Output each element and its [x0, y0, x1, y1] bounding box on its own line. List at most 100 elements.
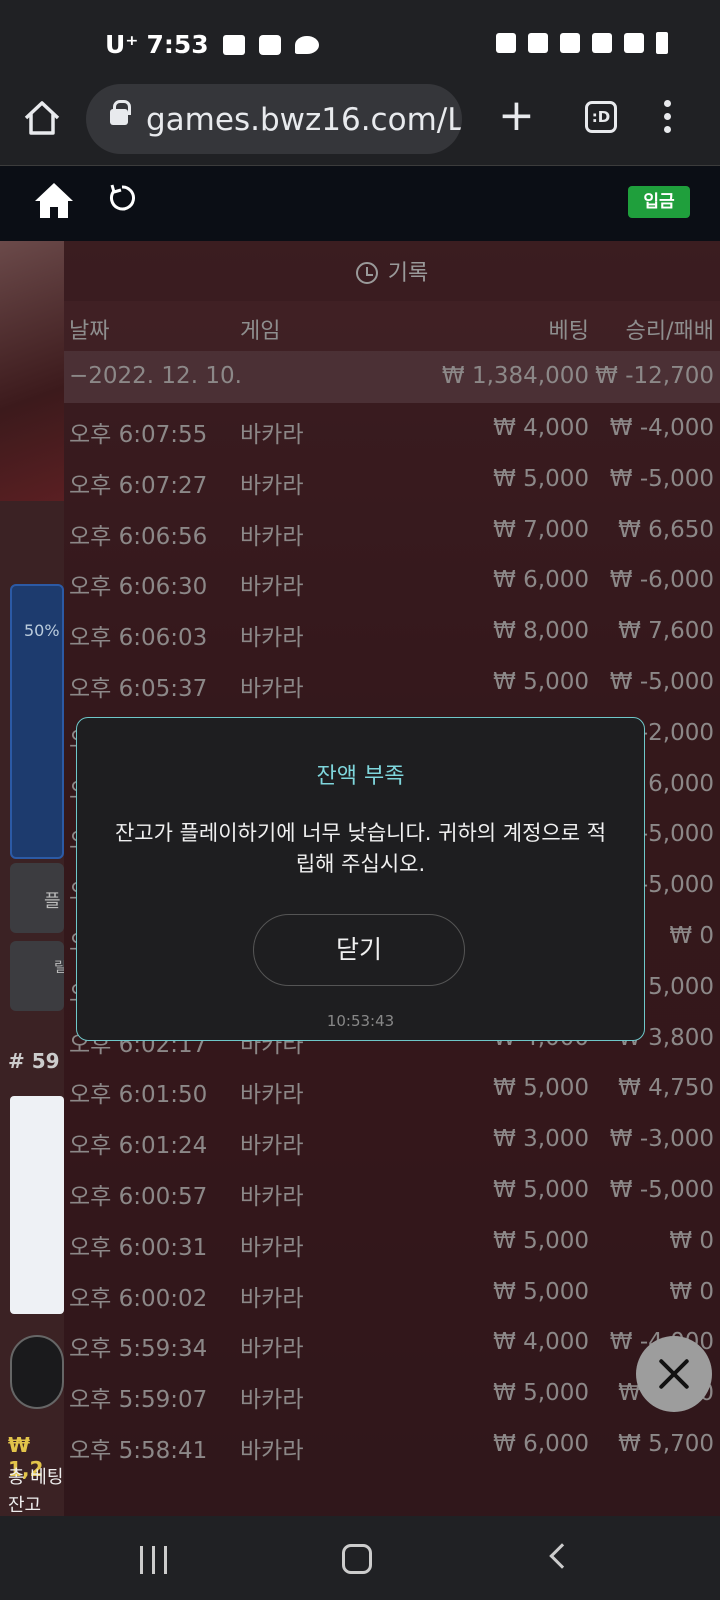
row-winloss: -2,000: [639, 719, 714, 746]
col-date: 날짜: [69, 319, 110, 344]
row-time: 오후 5:59:07: [69, 1387, 208, 1414]
row-bet: ₩ 5,000: [493, 1227, 589, 1254]
row-time: 오후 6:00:57: [69, 1184, 208, 1210]
browser-menu-button[interactable]: [664, 100, 672, 139]
row-time: 오후 6:06:30: [69, 574, 208, 601]
row-time: 오후 6:06:56: [69, 523, 208, 550]
row-bet: ₩ 6,000: [493, 1431, 589, 1457]
history-summary-row[interactable]: −2022. 12. 10. ₩ 1,384,000 ₩ -12,700: [64, 351, 720, 403]
table-row[interactable]: 오후 5:59:07바카라₩ 5,000₩ 4,750: [64, 1368, 720, 1420]
row-winloss: ₩ 6,650: [618, 516, 714, 543]
percent-label: 50%: [24, 621, 60, 640]
left-game-panel: 50% 플 릴 # 59 ₩ 1,2 총 베팅 잔고 ₩: [0, 241, 64, 1516]
history-title-text: 기록: [387, 261, 429, 286]
row-game: 바카라: [240, 422, 304, 448]
row-winloss: 5,000: [648, 973, 714, 1000]
table-row[interactable]: 오후 6:01:50 바카라 ₩ 5,000 ₩ 4,750: [64, 1063, 720, 1115]
table-row[interactable]: 오후 6:00:02 바카라 ₩ 5,000 ₩ 0: [64, 1267, 720, 1319]
row-bet: ₩ 7,000: [493, 516, 589, 543]
dialog-close-button[interactable]: 닫기: [253, 914, 465, 986]
browser-toolbar: games.bwz16.com/La + :D: [0, 80, 720, 166]
deposit-button[interactable]: 입금: [628, 186, 690, 218]
table-row[interactable]: 오후 6:06:03 바카라 ₩ 8,000 ₩ 7,600: [64, 606, 720, 658]
row-time: 오후 6:01:24: [69, 1133, 208, 1160]
row-game: 바카라: [240, 625, 304, 652]
tab-switcher-button[interactable]: :D: [585, 101, 617, 133]
carrier-label: U⁺: [105, 30, 139, 59]
alarm-icon: [528, 33, 548, 53]
game-header: 입금: [0, 166, 720, 241]
chip-button[interactable]: [10, 1335, 64, 1409]
row-winloss: -5,000: [639, 872, 714, 899]
url-bar[interactable]: games.bwz16.com/La: [86, 84, 462, 154]
system-nav-bar: [0, 1516, 720, 1600]
row-winloss: 6,000: [648, 770, 714, 797]
left-button-2-label: 릴: [54, 960, 64, 976]
row-bet: ₩ 4,000: [493, 1329, 589, 1356]
row-game: 바카라: [240, 523, 304, 550]
row-time: 오후 5:59:34: [69, 1336, 208, 1363]
back-button[interactable]: [549, 1543, 575, 1569]
balance-label: 잔고 ₩: [8, 1495, 42, 1516]
summary-winloss: ₩ -12,700: [595, 363, 714, 389]
table-row[interactable]: 오후 5:58:41 바카라 ₩ 6,000 ₩ 5,700: [64, 1419, 720, 1471]
row-game: 바카라: [240, 676, 304, 702]
history-header-row: 날짜 게임 베팅 승리/패배: [64, 301, 720, 351]
row-winloss: ₩ -5,000: [609, 465, 714, 492]
url-text: games.bwz16.com/La: [146, 102, 462, 138]
row-time: 오후 6:07:27: [69, 472, 208, 499]
dialog-message: 잔고가 플레이하기에 너무 낮습니다. 귀하의 계정으로 적립해 주십시오.: [114, 821, 607, 876]
row-time: 오후 6:00:31: [69, 1234, 208, 1261]
row-bet: ₩ 5,000: [493, 1075, 589, 1102]
row-winloss: ₩ 0: [669, 923, 714, 949]
row-bet: ₩ 8,000: [493, 618, 589, 645]
table-row[interactable]: 오후 6:05:37 바카라 ₩ 5,000 ₩ -5,000: [64, 657, 720, 709]
nav-home-button[interactable]: [342, 1544, 372, 1574]
insufficient-balance-dialog: 잔액 부족 잔고가 플레이하기에 너무 낮습니다. 귀하의 계정으로 적립해 주…: [76, 717, 645, 1041]
recents-button[interactable]: [140, 1546, 170, 1574]
left-button-2[interactable]: 릴: [10, 941, 64, 1011]
new-tab-button[interactable]: +: [498, 94, 535, 138]
status-time: 7:53: [146, 30, 209, 59]
total-bet-label: 총 베팅: [8, 1467, 64, 1488]
dialog-time: 10:53:43: [326, 1012, 395, 1030]
row-time: 오후 6:01:50: [69, 1082, 208, 1109]
row-winloss: ₩ 0: [669, 1278, 714, 1305]
row-winloss: -5,000: [639, 821, 714, 848]
row-winloss: ₩ 7,600: [618, 618, 714, 645]
wifi-icon: [592, 33, 612, 53]
row-game: 바카라: [240, 1336, 304, 1363]
row-time: 오후 5:58:41: [69, 1438, 208, 1464]
battery-saver-icon: [496, 33, 516, 53]
row-winloss: ₩ 0: [669, 1227, 714, 1254]
col-bet: 베팅: [548, 319, 589, 344]
row-time: 오후 6:07:55: [69, 422, 208, 448]
battery-icon: [656, 32, 668, 54]
table-row[interactable]: 오후 6:06:30 바카라 ₩ 6,000 ₩ -6,000: [64, 555, 720, 607]
row-game: 바카라: [240, 574, 304, 601]
row-game: 바카라: [240, 1438, 304, 1464]
table-row[interactable]: 오후 6:00:31 바카라 ₩ 5,000 ₩ 0: [64, 1216, 720, 1268]
row-time: 오후 6:05:37: [69, 676, 208, 702]
table-row[interactable]: 오후 6:06:56 바카라 ₩ 7,000 ₩ 6,650: [64, 505, 720, 557]
browser-home-icon[interactable]: [22, 98, 62, 138]
row-winloss: ₩ -6,000: [609, 567, 714, 594]
table-row[interactable]: 오후 5:59:34바카라₩ 4,000₩ -4,000: [64, 1317, 720, 1369]
close-icon[interactable]: [636, 1336, 712, 1412]
refresh-icon[interactable]: [106, 182, 138, 214]
summary-bet: ₩ 1,384,000: [441, 363, 589, 389]
row-game: 바카라: [240, 1133, 304, 1160]
home-icon[interactable]: [33, 180, 75, 220]
table-row[interactable]: 오후 6:01:24 바카라 ₩ 3,000 ₩ -3,000: [64, 1114, 720, 1166]
lock-icon: [110, 100, 131, 125]
row-bet: ₩ 5,000: [493, 669, 589, 695]
left-button-1[interactable]: 플: [10, 863, 64, 933]
round-number: # 59: [8, 1049, 60, 1073]
decor-image: [0, 241, 64, 501]
table-row[interactable]: 오후 6:00:57 바카라 ₩ 5,000 ₩ -5,000: [64, 1165, 720, 1217]
row-time: 오후 6:06:03: [69, 625, 208, 652]
col-game: 게임: [240, 319, 281, 344]
gallery-icon: [222, 34, 245, 55]
table-row[interactable]: 오후 6:07:55 바카라 ₩ 4,000 ₩ -4,000: [64, 403, 720, 455]
table-row[interactable]: 오후 6:07:27 바카라 ₩ 5,000 ₩ -5,000: [64, 454, 720, 506]
